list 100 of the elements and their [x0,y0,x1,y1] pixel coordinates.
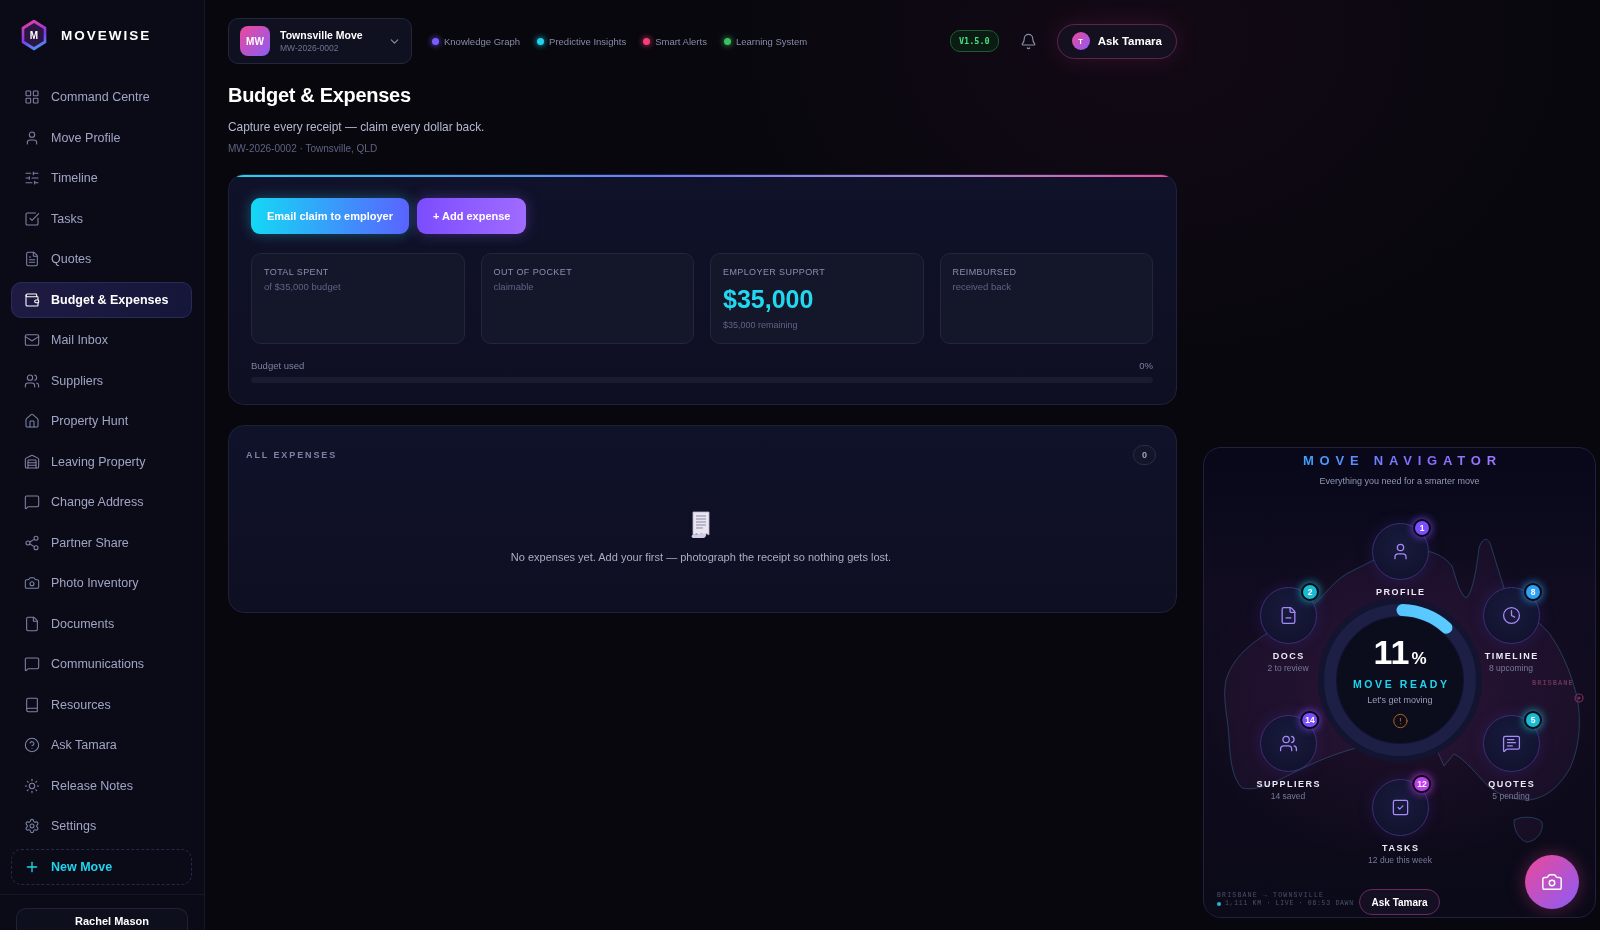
document-icon [24,251,40,267]
navigator-node[interactable] [1483,587,1540,644]
sidebar-item[interactable]: Change Address [11,484,192,520]
budget-used-label: Budget used [251,358,305,372]
wallet-icon [24,291,40,308]
sidebar-item[interactable]: Partner Share [11,524,192,561]
checkbox-icon [24,210,40,227]
sidebar-item[interactable]: Settings [11,808,192,844]
readiness-percent: 11% [1373,634,1427,673]
count-badge: 14 [1300,711,1320,729]
sidebar-item[interactable]: Property Hunt [11,403,192,439]
move-name: Townsville Move [280,29,363,41]
sidebar-item[interactable]: Mail Inbox [11,322,192,358]
sidebar-item[interactable]: Ask Tamara [11,727,192,763]
stat-label: EMPLOYER SUPPORT [723,266,826,279]
map-marker-icon [1574,693,1584,703]
move-selector[interactable]: MW Townsville Move MW-2026-0002 [228,18,412,64]
new-move-button[interactable]: New Move [11,848,192,885]
node-detail: 12 due this week [1368,855,1432,866]
live-dot-icon [1217,902,1221,906]
node-label: TASKS [1381,842,1420,854]
page-title: Budget & Expenses [228,83,411,107]
sidebar-item[interactable]: Release Notes [11,767,192,804]
stat-note: $35,000 remaining [723,319,798,331]
checkbox-icon [1391,798,1410,817]
sidebar-item[interactable]: Leaving Property [11,443,192,480]
sidebar-item[interactable]: Photo Inventory [11,565,192,601]
sidebar-item[interactable]: Resources [11,686,192,723]
node-detail: 14 saved [1270,791,1306,802]
node-detail: 8 upcoming [1489,663,1533,674]
document-icon [1279,606,1298,625]
navigator-node[interactable] [1260,715,1317,772]
stat-value: $35,000 [723,284,814,314]
system-label: Knowledge Graph [444,35,521,47]
stat-label: TOTAL SPENT [264,266,329,279]
count-badge: 1 [1413,519,1431,537]
stat-label: REIMBURSED [952,266,1017,279]
building-icon [24,453,40,470]
node-label: SUPPLIERS [1255,778,1321,790]
camera-icon [24,575,40,591]
node-detail: 2 to review [1267,663,1309,674]
navigator-subtitle: Everything you need for a smarter move [1319,475,1480,487]
node-detail: 5 pending [1492,791,1530,802]
navigator-node[interactable] [1372,779,1429,836]
count-badge: 12 [1412,775,1432,793]
logo-mark: M [20,19,48,51]
navigator-node[interactable] [1260,587,1317,644]
navigator-node[interactable] [1483,715,1540,772]
count-badge: 8 [1524,583,1542,601]
version-badge: V1.5.0 [949,30,999,52]
sidebar-item[interactable]: Move Profile [11,119,192,156]
sun-icon [24,777,40,794]
sidebar-item[interactable]: Timeline [11,160,192,196]
house-icon [24,413,40,429]
chat-bubble-icon [24,656,40,672]
page-subtitle: Capture every receipt — claim every dollar back. [228,119,485,135]
sidebar-item[interactable]: Tasks [11,200,192,237]
ask-assistant-button[interactable]: Ask Tamara [1359,889,1440,915]
alert-icon [1392,712,1408,729]
people-icon [1279,734,1298,753]
receipt-icon [691,511,711,539]
camera-icon [1541,871,1563,893]
chat-bubble-icon [24,494,40,510]
notification-bell-icon[interactable] [1019,32,1037,50]
sidebar-item[interactable]: Quotes [11,241,192,277]
people-icon [24,372,40,389]
person-icon [1391,542,1410,561]
envelope-icon [24,332,40,348]
sidebar-item[interactable]: Communications [11,646,192,682]
sidebar-item[interactable]: Command Centre [11,79,192,115]
empty-state-message: No expenses yet. Add your first — photograph the receipt so nothing gets lost. [510,549,892,565]
system-label: Predictive Insights [549,35,627,47]
node-label: PROFILE [1375,586,1426,598]
system-label: Learning System [735,35,808,47]
node-label: TIMELINE [1483,650,1539,662]
count-badge: 2 [1301,583,1319,601]
navigator-node[interactable] [1372,523,1429,580]
move-code: MW-2026-0002 [280,43,340,53]
node-label: QUOTES [1487,778,1536,790]
stat-detail: claimable [493,281,534,293]
settings-icon [24,818,40,834]
user-card[interactable]: Rachel Mason [16,907,188,930]
expense-count: 0 [1133,445,1156,465]
sidebar-item[interactable]: Suppliers [11,362,192,399]
stat-detail: of $35,000 budget [264,281,341,293]
grid-icon [24,89,40,105]
camera-button[interactable] [1525,855,1579,909]
add-expense-button[interactable]: + Add expense [416,198,527,234]
readiness-caption: Let's get moving [1367,694,1433,706]
brand-name: MOVEWISE [61,27,152,43]
chat-bubble-icon [1502,734,1521,753]
sliders-icon [24,170,40,186]
stat-label: OUT OF POCKET [493,266,573,279]
system-label: Smart Alerts [655,35,707,47]
share-icon [24,534,40,551]
sidebar-item[interactable]: Documents [11,605,192,642]
sidebar-item[interactable]: Budget & Expenses [11,281,192,318]
move-avatar: MW [240,26,270,56]
help-icon [24,737,40,753]
count-badge: 5 [1524,711,1542,729]
